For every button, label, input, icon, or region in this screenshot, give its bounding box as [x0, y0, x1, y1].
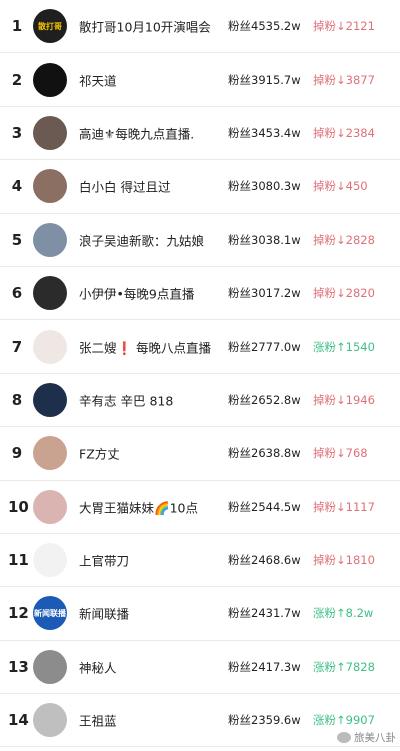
- account-name[interactable]: 张二嫂❗ 每晚八点直播: [79, 337, 211, 356]
- avatar[interactable]: [33, 436, 67, 471]
- list-item[interactable]: 2 祁天道 粉丝3915.7w 掉粉↓3877: [0, 53, 400, 107]
- follower-change: 掉粉↓2121: [313, 19, 375, 34]
- follower-change: 掉粉↓768: [313, 446, 368, 461]
- follower-count: 粉丝3038.1w: [228, 232, 301, 247]
- avatar[interactable]: 新闻联播: [33, 596, 67, 631]
- account-name[interactable]: 上官带刀: [79, 551, 129, 570]
- follower-count: 粉丝2417.3w: [228, 659, 301, 674]
- follower-count: 粉丝4535.2w: [228, 19, 301, 34]
- account-name[interactable]: 高迪⚜每晚九点直播.: [79, 123, 194, 142]
- account-name[interactable]: 辛有志 辛巴 818: [79, 390, 173, 409]
- follower-change: 涨粉↑1540: [313, 339, 375, 354]
- avatar[interactable]: [33, 543, 67, 578]
- follower-count: 粉丝2777.0w: [228, 339, 301, 354]
- account-name[interactable]: 浪子吴迪新歌：九姑娘: [79, 230, 204, 249]
- avatar[interactable]: 散打哥: [33, 9, 67, 44]
- account-name[interactable]: 小伊伊•每晚9点直播: [79, 284, 194, 303]
- follower-count: 粉丝2638.8w: [228, 446, 301, 461]
- avatar[interactable]: [33, 222, 67, 257]
- account-name[interactable]: 白小白 得过且过: [79, 177, 170, 196]
- rank-number: 13: [8, 657, 29, 676]
- list-item[interactable]: 3 高迪⚜每晚九点直播. 粉丝3453.4w 掉粉↓2384: [0, 107, 400, 161]
- rank-number: 10: [8, 497, 29, 516]
- follower-count: 粉丝3453.4w: [228, 125, 301, 140]
- watermark-text: 旅美八卦: [354, 732, 396, 744]
- list-item[interactable]: 7 张二嫂❗ 每晚八点直播 粉丝2777.0w 涨粉↑1540: [0, 320, 400, 374]
- account-name[interactable]: 祁天道: [79, 70, 117, 89]
- list-item[interactable]: 1 散打哥 散打哥10月10开演唱会 粉丝4535.2w 掉粉↓2121: [0, 0, 400, 54]
- follower-change: 掉粉↓2828: [313, 232, 375, 247]
- follower-change: 掉粉↓2384: [313, 125, 375, 140]
- follower-change: 涨粉↑9907: [313, 713, 375, 728]
- list-item[interactable]: 4 白小白 得过且过 粉丝3080.3w 掉粉↓450: [0, 160, 400, 214]
- ranking-list: 1 散打哥 散打哥10月10开演唱会 粉丝4535.2w 掉粉↓2121 2 祁…: [0, 0, 400, 751]
- account-name[interactable]: 新闻联播: [79, 604, 129, 623]
- avatar[interactable]: [33, 62, 67, 97]
- rank-number: 7: [11, 337, 23, 356]
- list-item[interactable]: 9 FZ方丈 粉丝2638.8w 掉粉↓768: [0, 427, 400, 481]
- follower-count: 粉丝2431.7w: [228, 606, 301, 621]
- avatar[interactable]: [33, 649, 67, 684]
- rank-number: 9: [11, 444, 23, 463]
- avatar[interactable]: [33, 382, 67, 417]
- rank-number: 12: [8, 604, 29, 623]
- follower-count: 粉丝2468.6w: [228, 553, 301, 568]
- follower-count: 粉丝3017.2w: [228, 286, 301, 301]
- watermark: 旅美八卦: [337, 730, 396, 745]
- follower-change: 掉粉↓3877: [313, 72, 375, 87]
- follower-count: 粉丝3915.7w: [228, 72, 301, 87]
- rank-number: 3: [11, 123, 23, 142]
- rank-number: 2: [11, 70, 23, 89]
- rank-number: 1: [11, 17, 23, 36]
- follower-change: 掉粉↓1117: [313, 499, 375, 514]
- rank-number: 11: [8, 551, 29, 570]
- avatar[interactable]: [33, 115, 67, 150]
- rank-number: 5: [11, 230, 23, 249]
- account-name[interactable]: 神秘人: [79, 657, 117, 676]
- avatar[interactable]: [33, 489, 67, 524]
- list-item[interactable]: 8 辛有志 辛巴 818 粉丝2652.8w 掉粉↓1946: [0, 374, 400, 428]
- rank-number: 14: [8, 711, 29, 730]
- follower-change: 掉粉↓2820: [313, 286, 375, 301]
- list-item[interactable]: 10 大胃王猫妹妹🌈10点 粉丝2544.5w 掉粉↓1117: [0, 481, 400, 534]
- avatar[interactable]: [33, 276, 67, 311]
- follower-change: 涨粉↑7828: [313, 659, 375, 674]
- follower-change: 掉粉↓1810: [313, 553, 375, 568]
- follower-change: 掉粉↓450: [313, 179, 368, 194]
- follower-count: 粉丝2652.8w: [228, 392, 301, 407]
- follower-change: 掉粉↓1946: [313, 392, 375, 407]
- rank-number: 8: [11, 390, 23, 409]
- follower-count: 粉丝2359.6w: [228, 713, 301, 728]
- list-item[interactable]: 11 上官带刀 粉丝2468.6w 掉粉↓1810: [0, 534, 400, 588]
- follower-count: 粉丝3080.3w: [228, 179, 301, 194]
- account-name[interactable]: 散打哥10月10开演唱会: [79, 17, 211, 36]
- list-item[interactable]: 13 神秘人 粉丝2417.3w 涨粉↑7828: [0, 641, 400, 695]
- avatar[interactable]: [33, 703, 67, 738]
- list-item[interactable]: 12 新闻联播 新闻联播 粉丝2431.7w 涨粉↑8.2w: [0, 587, 400, 641]
- rank-number: 6: [11, 284, 23, 303]
- chat-bubble-icon: [337, 732, 351, 743]
- account-name[interactable]: FZ方丈: [79, 444, 120, 463]
- rank-number: 4: [11, 177, 23, 196]
- follower-change: 涨粉↑8.2w: [313, 606, 374, 621]
- account-name[interactable]: 大胃王猫妹妹🌈10点: [79, 497, 198, 516]
- list-item[interactable]: 6 小伊伊•每晚9点直播 粉丝3017.2w 掉粉↓2820: [0, 267, 400, 321]
- account-name[interactable]: 王祖蓝: [79, 711, 117, 730]
- list-item[interactable]: 5 浪子吴迪新歌：九姑娘 粉丝3038.1w 掉粉↓2828: [0, 214, 400, 267]
- avatar[interactable]: [33, 169, 67, 204]
- avatar[interactable]: [33, 329, 67, 364]
- follower-count: 粉丝2544.5w: [228, 499, 301, 514]
